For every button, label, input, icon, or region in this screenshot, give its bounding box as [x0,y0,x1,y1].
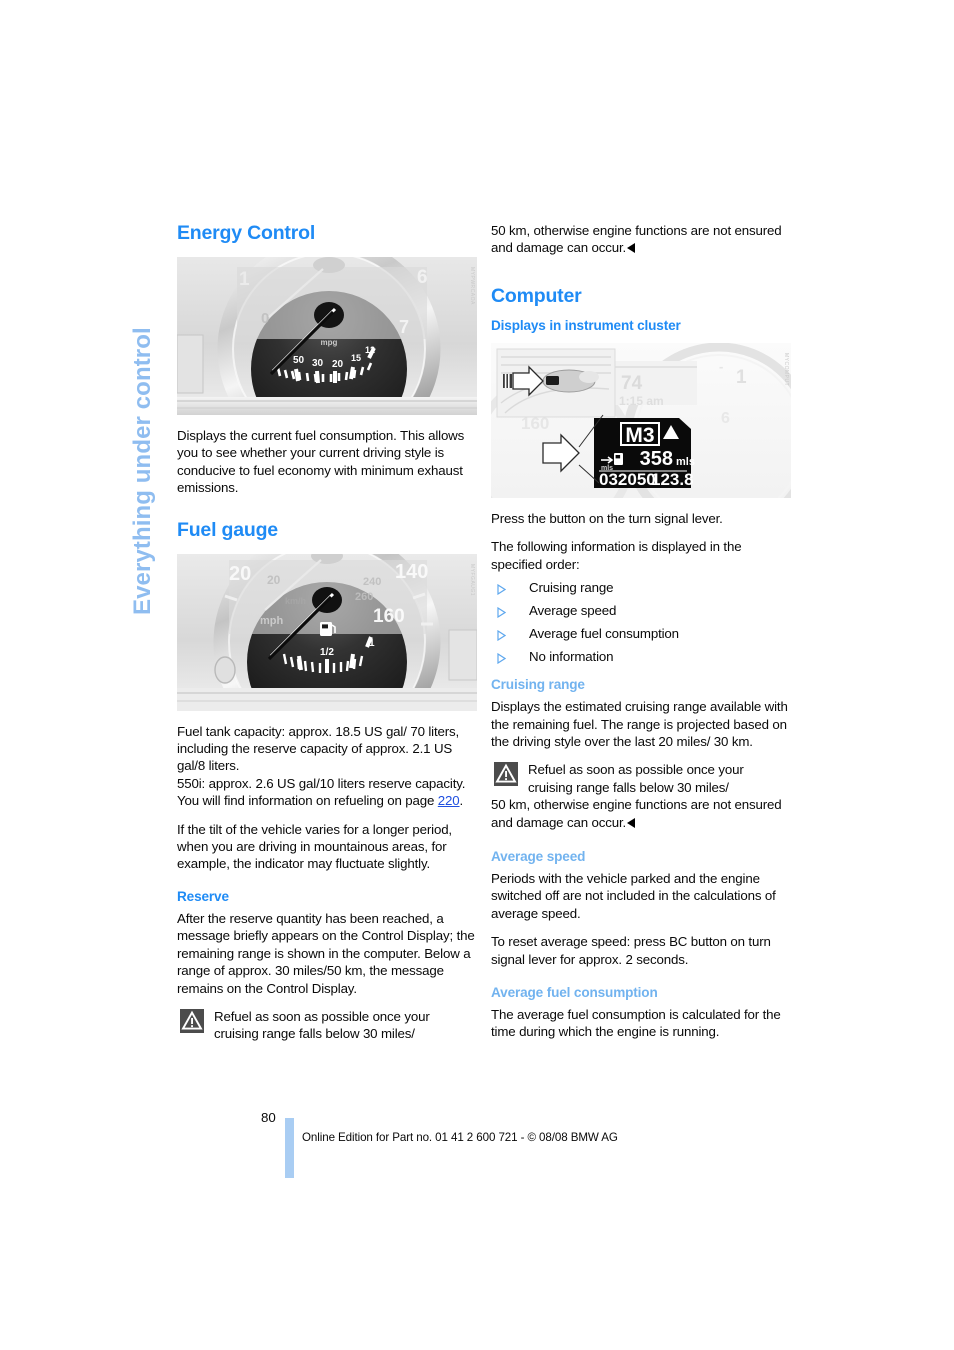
svg-text:358: 358 [640,448,673,470]
svg-text:1: 1 [239,269,250,290]
warning-note-text-continued: 50 km, otherwise engine functions are no… [491,796,791,831]
list-item-label: Average fuel consumption [529,625,679,641]
svg-text:-: - [719,359,723,374]
warning-triangle-icon [494,762,518,787]
reserve-description: After the reserve quantity has been reac… [177,910,475,996]
refueling-page-reference: You will find information on refueling o… [177,792,477,809]
average-fuel-consumption-description: The average fuel consumption is calculat… [491,1007,781,1040]
svg-text:160: 160 [373,606,405,627]
fuel-reserve-550i-paragraph: 550i: approx. 2.6 US gal/10 liters reser… [177,775,466,791]
svg-text:240: 240 [363,576,381,588]
svg-text:7: 7 [399,317,409,337]
svg-text:50: 50 [293,355,305,366]
svg-text:20: 20 [229,563,251,585]
list-item-cruising-range: Cruising range [491,579,791,596]
figure-code-label: MYCOMPUT [783,352,789,386]
average-speed-description: Periods with the vehicle parked and the … [491,871,776,921]
list-item-average-fuel-consumption: Average fuel consumption [491,625,791,642]
computer-display-illustration: 1 - 6 160 74 1:15 am M3 358 mls mls 0320… [491,342,791,498]
list-item-label: Cruising range [529,580,614,596]
computer-display-list: Cruising range Average speed Average fue… [491,579,791,665]
svg-text:6: 6 [721,410,730,427]
warning-continuation: 50 km, otherwise engine functions are no… [491,222,791,257]
warning-note-text-full: 50 km, otherwise engine functions are no… [491,797,782,830]
warning-note-cruising-range: Refuel as soon as possible once your cru… [491,761,791,831]
svg-text:032050: 032050 [599,470,656,489]
end-of-note-marker [627,817,636,828]
refueling-page-text: You will find information on refueling o… [177,793,438,809]
warning-triangle-glyph [181,1010,203,1030]
svg-text:20: 20 [332,359,344,370]
press-button-instruction: Press the button on the turn signal leve… [491,510,723,526]
triangle-bullet-icon [497,605,507,619]
triangle-bullet-icon [497,628,507,641]
heading-energy-control: Energy Control [177,222,316,244]
svg-text:140: 140 [395,561,428,583]
list-item-no-information: No information [491,648,791,665]
warning-continuation-text: 50 km, otherwise engine functions are no… [491,223,782,256]
svg-text:123.8: 123.8 [651,470,694,489]
right-column: 50 km, otherwise engine functions are no… [491,222,791,1052]
svg-text:20: 20 [267,573,281,587]
heading-reserve: Reserve [177,888,229,904]
heading-cruising-range: Cruising range [491,677,585,693]
figure-code-label: MYFGAUG1 [469,563,475,596]
svg-text:M3: M3 [625,424,654,447]
page-number: 80 [261,1110,276,1125]
triangle-bullet-icon [497,651,507,664]
heading-average-speed: Average speed [491,849,586,864]
list-item-average-speed: Average speed [491,602,791,619]
svg-text:0: 0 [249,604,256,619]
tilt-variation-paragraph: If the tilt of the vehicle varies for a … [177,821,452,872]
energy-control-description: Displays the current fuel consumption. T… [177,428,465,496]
fuel-gauge-illustration: 20 140 160 20 240 260 km/h mph 0 03 [177,553,477,711]
svg-text:km/h: km/h [285,596,306,606]
svg-text:mls: mls [676,456,695,468]
display-order-intro: The following information is displayed i… [491,539,742,572]
page-link-220[interactable]: 220 [438,793,460,808]
footer-accent-rule [285,1118,294,1178]
figure-code-label: MYPWRCAOA [469,267,475,305]
page-link-suffix: . [459,793,464,809]
warning-triangle-glyph [495,764,517,783]
figure-energy-control-gauge: 1 6 7 0 .8 mpg 50 30 20 15 12 [177,257,477,415]
heading-fuel-gauge: Fuel gauge [177,518,278,541]
manual-page: Everything under control Energy Control [0,0,954,1350]
warning-triangle-icon [180,1008,204,1033]
heading-displays-in-instrument-cluster: Displays in instrument cluster [491,317,681,333]
list-item-label: No information [529,648,614,664]
chapter-tab-label: Everything under control [129,327,156,615]
svg-text:mpg: mpg [321,338,338,347]
list-item-label: Average speed [529,602,617,618]
svg-text:15: 15 [351,353,361,363]
average-speed-reset-instruction: To reset average speed: press BC button … [491,934,771,967]
warning-note-text: Refuel as soon as possible once your cru… [528,762,744,795]
fuel-capacity-paragraph: Fuel tank capacity: approx. 18.5 US gal/… [177,723,460,774]
left-column: Energy Control 1 6 7 0 mpg 50 30 20 15 1… [177,222,477,1054]
svg-text:1:15 am: 1:15 am [619,394,664,408]
triangle-bullet-icon [497,582,507,596]
energy-control-gauge-illustration: 1 6 7 0 .8 mpg 50 30 20 15 12 [177,257,477,415]
heading-average-fuel-consumption: Average fuel consumption [491,985,658,1001]
figure-fuel-gauge: 20 140 160 20 240 260 km/h mph 0 03 [177,553,477,711]
warning-note-text: Refuel as soon as possible once your cru… [214,1008,430,1042]
svg-text:0: 0 [261,310,269,327]
figure-computer-display: 1 - 6 160 74 1:15 am M3 358 mls mls 0320… [491,342,791,498]
heading-computer: Computer [491,284,582,307]
cruising-range-description: Displays the estimated cruising range av… [491,699,788,749]
warning-note-reserve: Refuel as soon as possible once your cru… [177,1008,477,1043]
svg-text:30: 30 [312,358,324,369]
end-of-note-marker [627,243,636,254]
svg-text:74: 74 [621,373,643,394]
svg-text:6: 6 [417,267,428,288]
footer-edition-text: Online Edition for Part no. 01 41 2 600 … [302,1131,618,1144]
svg-text:1/2: 1/2 [320,647,334,658]
svg-text:260: 260 [355,591,373,603]
svg-text:1: 1 [736,367,747,388]
svg-text:mph: mph [260,615,284,627]
